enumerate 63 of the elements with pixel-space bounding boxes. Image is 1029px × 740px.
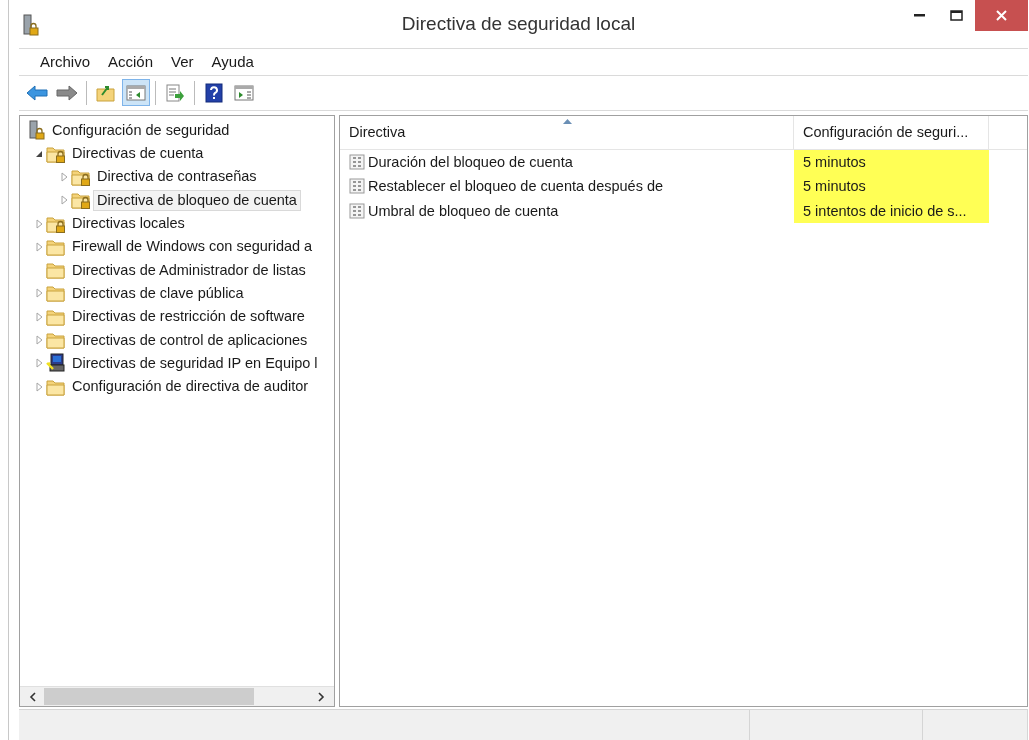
close-icon — [996, 10, 1007, 21]
expand-arrow-icon[interactable] — [60, 171, 68, 182]
back-arrow-icon — [26, 84, 48, 101]
expand-arrow-icon[interactable] — [35, 241, 43, 252]
locked-folder-icon — [71, 167, 91, 186]
server-lock-icon — [28, 120, 46, 141]
tree-item[interactable]: Directivas de seguridad IP en Equipo l — [68, 352, 322, 374]
policy-icon — [349, 202, 365, 219]
folder-icon — [46, 261, 66, 280]
window-title: Directiva de seguridad local — [401, 13, 636, 34]
horizontal-scrollbar[interactable] — [20, 686, 334, 707]
action-pane-icon — [234, 84, 254, 101]
tree-item[interactable]: Directivas de restricción de software — [68, 306, 309, 328]
tree-item[interactable]: Directiva de bloqueo de cuenta — [93, 189, 301, 211]
folder-icon — [46, 331, 66, 349]
expand-arrow-icon[interactable] — [35, 335, 43, 345]
expand-arrow-icon[interactable] — [35, 358, 43, 369]
locked-folder-icon — [46, 214, 66, 233]
tree-item[interactable]: Directivas locales — [68, 213, 189, 235]
tree-item[interactable]: Directivas de Administrador de listas — [68, 259, 310, 281]
folder-icon — [46, 377, 66, 396]
locked-folder-icon — [71, 191, 91, 210]
export-list-icon — [165, 83, 185, 102]
tree-item[interactable]: Directiva de contraseñas — [93, 166, 261, 188]
tree-item[interactable]: Configuración de seguridad — [48, 119, 234, 141]
policy-name[interactable]: Duración del bloqueo de cuenta — [368, 153, 573, 170]
computer-key-icon — [46, 353, 66, 374]
menu-item[interactable]: Archivo — [31, 53, 100, 71]
policy-icon — [349, 178, 365, 195]
policy-setting: 5 intentos de inicio de s... — [794, 198, 989, 224]
menu-item[interactable]: Acción — [99, 53, 163, 71]
forward-arrow-icon — [56, 84, 78, 101]
expand-arrow-icon[interactable] — [60, 195, 68, 206]
minimize-icon — [914, 14, 925, 17]
folder-icon — [46, 307, 66, 326]
menu-item[interactable]: Ver — [162, 53, 203, 71]
tree-item[interactable]: Configuración de directiva de auditor — [68, 376, 313, 398]
tree-item[interactable]: Directivas de control de aplicaciones — [68, 329, 312, 351]
sort-arrow-icon — [563, 118, 572, 124]
expand-arrow-icon[interactable] — [35, 288, 43, 299]
policy-setting: 5 minutos — [794, 174, 989, 199]
column-header[interactable]: Configuración de seguri... — [794, 115, 989, 149]
maximize-icon — [950, 10, 963, 21]
folder-icon — [46, 237, 66, 256]
expand-arrow-icon[interactable] — [35, 218, 43, 229]
policy-name[interactable]: Umbral de bloqueo de cuenta — [368, 202, 559, 219]
policy-icon — [349, 153, 365, 170]
tree-item[interactable]: Directivas de cuenta — [68, 143, 208, 165]
tree-item[interactable]: Firewall de Windows con seguridad a — [68, 236, 317, 258]
close-button[interactable] — [975, 0, 1028, 31]
folder-icon — [46, 284, 66, 303]
folder-up-icon — [96, 83, 116, 102]
tree-item[interactable]: Directivas de clave pública — [68, 282, 248, 304]
locked-folder-icon — [46, 144, 66, 163]
help-icon — [205, 82, 223, 103]
expand-arrow-icon[interactable] — [35, 311, 43, 322]
policy-name[interactable]: Restablecer el bloqueo de cuenta después de — [368, 178, 664, 195]
expand-arrow-icon[interactable] — [35, 381, 43, 392]
tree-pane-icon — [126, 84, 146, 101]
menu-item[interactable]: Ayuda — [202, 53, 263, 71]
collapse-arrow-icon[interactable] — [35, 149, 43, 158]
app-icon — [22, 14, 40, 36]
policy-setting: 5 minutos — [794, 149, 989, 175]
